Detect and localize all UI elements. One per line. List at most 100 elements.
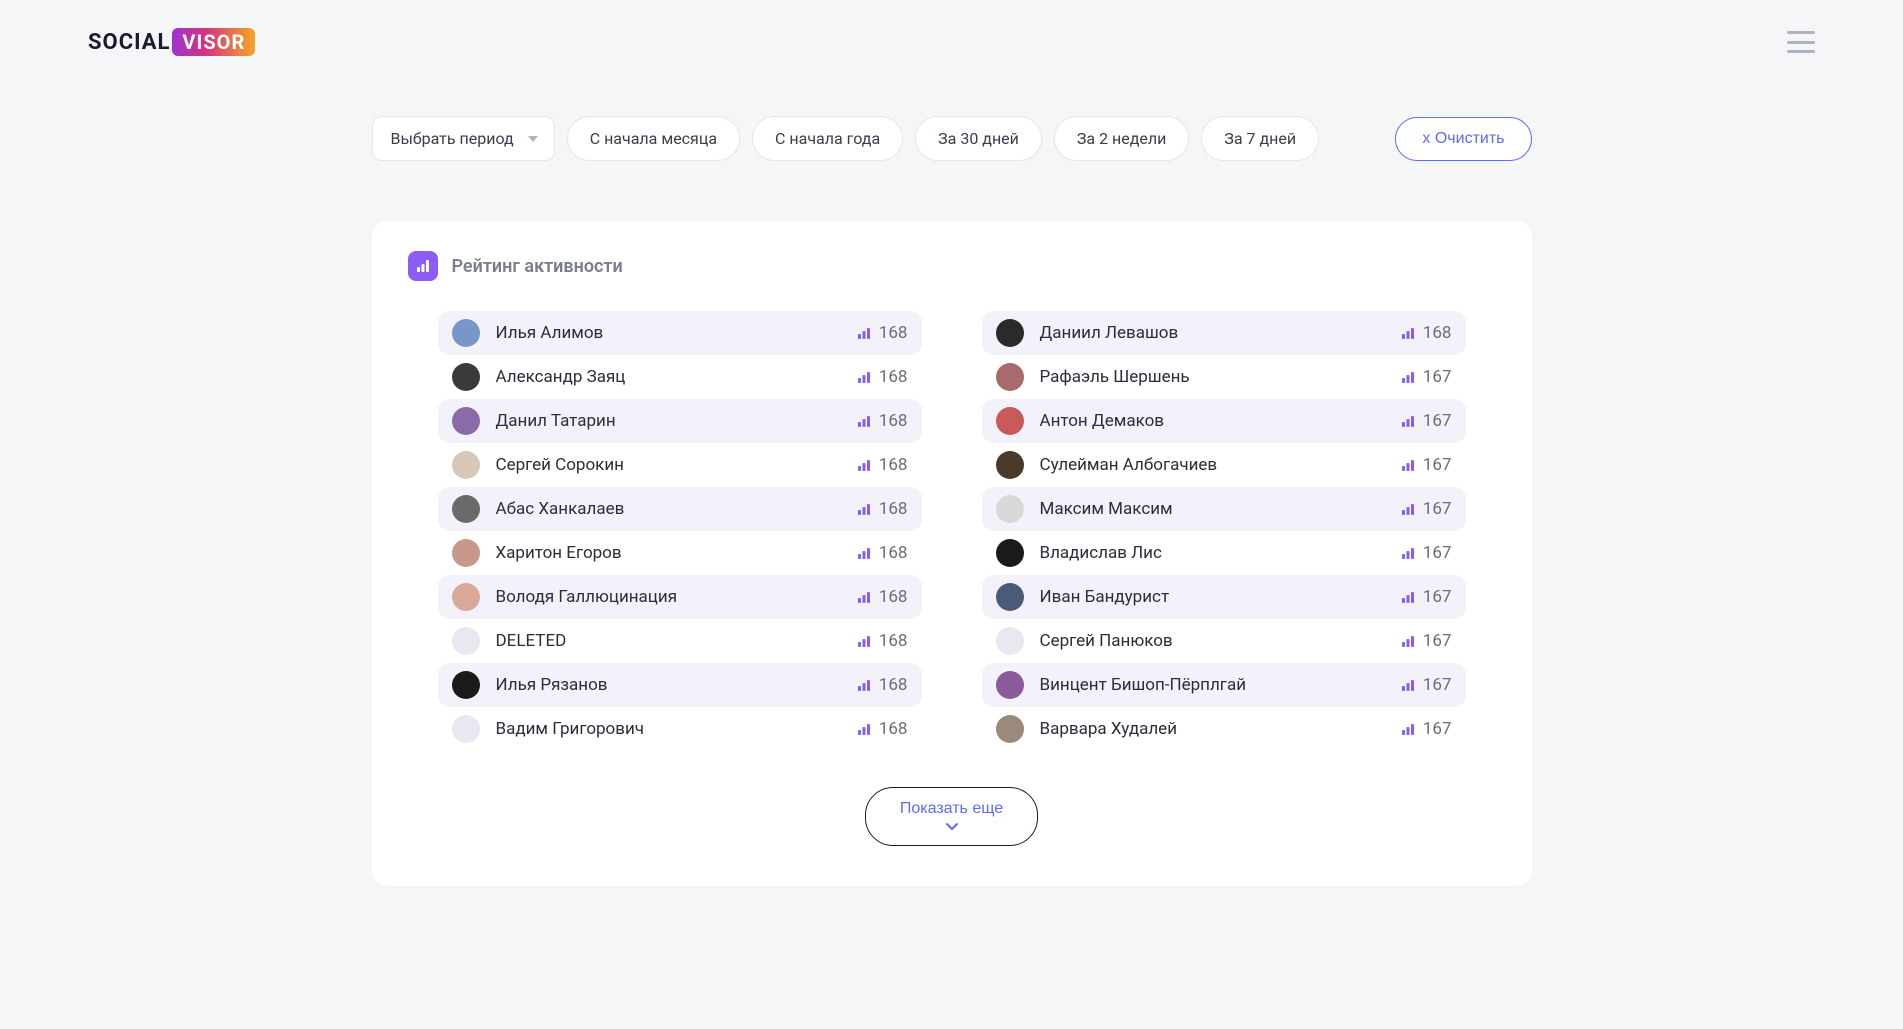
user-name: Владислав Лис: [1040, 543, 1401, 563]
user-row[interactable]: Данил Татарин 168: [438, 399, 922, 443]
period-select[interactable]: Выбрать период: [372, 116, 555, 161]
user-row[interactable]: DELETED168: [438, 619, 922, 663]
score-value: 168: [879, 411, 908, 431]
user-name: Сергей Панюков: [1040, 631, 1401, 651]
user-name: Варвара Худалей: [1040, 719, 1401, 739]
user-name: DELETED: [496, 631, 857, 651]
avatar: [452, 407, 480, 435]
bar-chart-icon: [1401, 722, 1415, 736]
filter-chip-2[interactable]: За 30 дней: [915, 116, 1042, 161]
user-name: Данил Татарин: [496, 411, 857, 431]
filter-chip-1[interactable]: С начала года: [752, 116, 903, 161]
avatar: [996, 539, 1024, 567]
logo[interactable]: SOCIAL VISOR: [88, 28, 255, 56]
score: 168: [857, 499, 908, 519]
user-name: Вадим Григорович: [496, 719, 857, 739]
user-row[interactable]: Винцент Бишоп-Пёрплгай167: [982, 663, 1466, 707]
score: 167: [1401, 543, 1452, 563]
avatar: [996, 627, 1024, 655]
user-name: Иван Бандурист: [1040, 587, 1401, 607]
filter-chip-4[interactable]: За 7 дней: [1201, 116, 1319, 161]
score: 168: [857, 631, 908, 651]
chevron-down-icon: [945, 820, 959, 835]
user-row[interactable]: Вадим Григорович 168: [438, 707, 922, 751]
score: 167: [1401, 675, 1452, 695]
score: 167: [1401, 455, 1452, 475]
score: 168: [1401, 323, 1452, 343]
avatar: [452, 539, 480, 567]
user-row[interactable]: Владислав Лис167: [982, 531, 1466, 575]
score-value: 168: [879, 587, 908, 607]
user-row[interactable]: Володя Галлюцинация 168: [438, 575, 922, 619]
bar-chart-icon: [1401, 678, 1415, 692]
user-row[interactable]: Александр Заяц168: [438, 355, 922, 399]
user-row[interactable]: Абас Ханкалаев168: [438, 487, 922, 531]
avatar: [996, 495, 1024, 523]
user-row[interactable]: Максим Максим167: [982, 487, 1466, 531]
bar-chart-icon: [1401, 546, 1415, 560]
score: 168: [857, 587, 908, 607]
logo-social: SOCIAL: [88, 30, 170, 55]
user-row[interactable]: Сулейман Албогачиев 167: [982, 443, 1466, 487]
score: 168: [857, 675, 908, 695]
user-row[interactable]: Харитон Егоров168: [438, 531, 922, 575]
bar-chart-icon: [1401, 414, 1415, 428]
filters-row: Выбрать период С начала месяца С начала г…: [372, 116, 1532, 161]
avatar: [996, 451, 1024, 479]
avatar: [996, 363, 1024, 391]
filter-chip-3[interactable]: За 2 недели: [1054, 116, 1189, 161]
avatar: [452, 495, 480, 523]
user-row[interactable]: Сергей Сорокин168: [438, 443, 922, 487]
user-row[interactable]: Илья Алимов 168: [438, 311, 922, 355]
avatar: [452, 671, 480, 699]
bar-chart-icon: [857, 326, 871, 340]
bar-chart-icon: [857, 370, 871, 384]
score: 167: [1401, 631, 1452, 651]
user-row[interactable]: Антон Демаков167: [982, 399, 1466, 443]
period-select-label: Выбрать период: [391, 129, 514, 148]
score-value: 167: [1423, 719, 1452, 739]
score: 167: [1401, 367, 1452, 387]
score-value: 168: [879, 323, 908, 343]
clear-button[interactable]: х Очистить: [1395, 117, 1531, 161]
user-row[interactable]: Даниил Левашов168: [982, 311, 1466, 355]
score-value: 167: [1423, 587, 1452, 607]
bar-chart-icon: [857, 678, 871, 692]
user-row[interactable]: Сергей Панюков167: [982, 619, 1466, 663]
user-name: Сулейман Албогачиев: [1040, 455, 1401, 475]
clear-button-label: х Очистить: [1422, 130, 1504, 147]
user-name: Абас Ханкалаев: [496, 499, 857, 519]
bar-chart-icon: [857, 590, 871, 604]
user-row[interactable]: Илья Рязанов168: [438, 663, 922, 707]
score: 167: [1401, 587, 1452, 607]
bar-chart-icon: [857, 634, 871, 648]
bar-chart-icon: [1401, 458, 1415, 472]
user-name: Сергей Сорокин: [496, 455, 857, 475]
activity-chart-icon: [408, 251, 438, 281]
score-value: 167: [1423, 499, 1452, 519]
bar-chart-icon: [1401, 590, 1415, 604]
avatar: [452, 583, 480, 611]
show-more-label: Показать еще: [900, 800, 1003, 818]
score-value: 167: [1423, 455, 1452, 475]
score-value: 168: [879, 543, 908, 563]
bar-chart-icon: [857, 414, 871, 428]
score: 168: [857, 455, 908, 475]
bar-chart-icon: [857, 722, 871, 736]
user-name: Володя Галлюцинация: [496, 587, 857, 607]
score-value: 167: [1423, 675, 1452, 695]
avatar: [452, 627, 480, 655]
score-value: 167: [1423, 367, 1452, 387]
score: 168: [857, 323, 908, 343]
show-more-button[interactable]: Показать еще: [865, 787, 1038, 846]
user-row[interactable]: Иван Бандурист 167: [982, 575, 1466, 619]
score-value: 167: [1423, 411, 1452, 431]
user-row[interactable]: Варвара Худалей 167: [982, 707, 1466, 751]
avatar: [996, 671, 1024, 699]
bar-chart-icon: [857, 458, 871, 472]
menu-icon[interactable]: [1787, 31, 1815, 53]
score-value: 168: [879, 719, 908, 739]
filter-chip-0[interactable]: С начала месяца: [567, 116, 740, 161]
user-name: Илья Алимов: [496, 323, 857, 343]
user-row[interactable]: Рафаэль Шершень167: [982, 355, 1466, 399]
